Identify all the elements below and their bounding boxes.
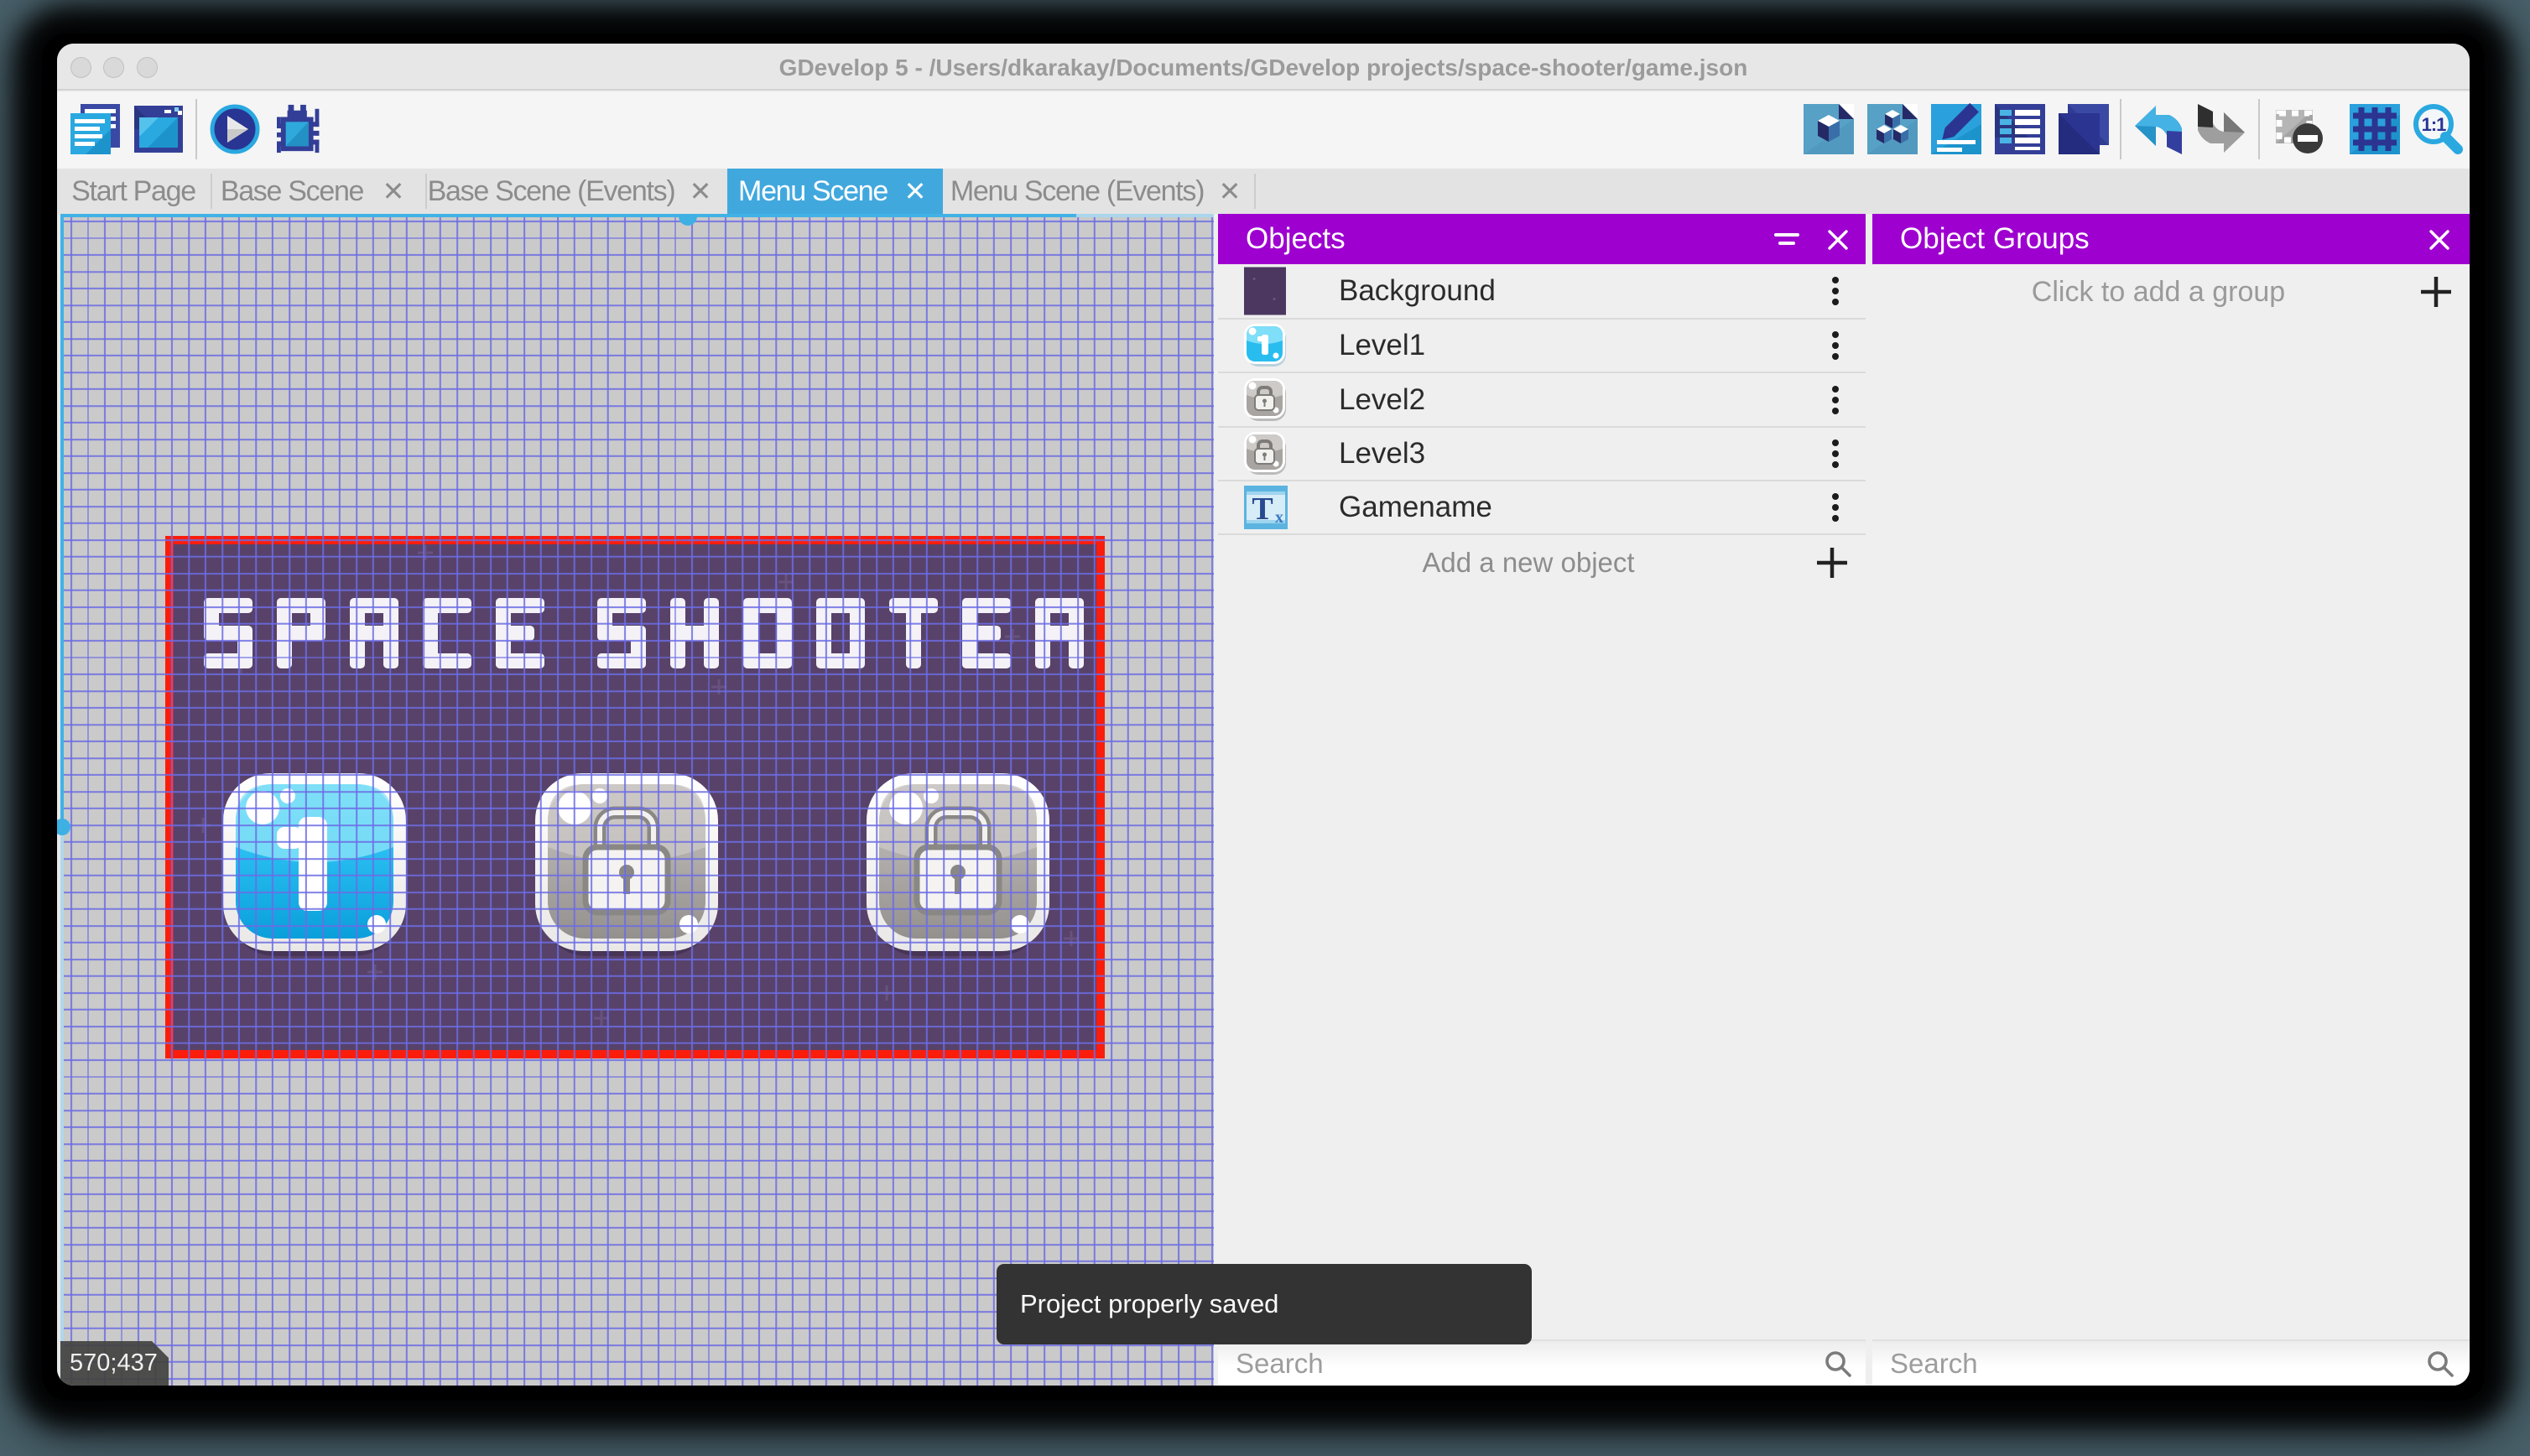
svg-text:x: x [1275, 508, 1283, 527]
svg-text:1:1: 1:1 [2422, 114, 2447, 135]
svg-text:T: T [1252, 491, 1273, 527]
